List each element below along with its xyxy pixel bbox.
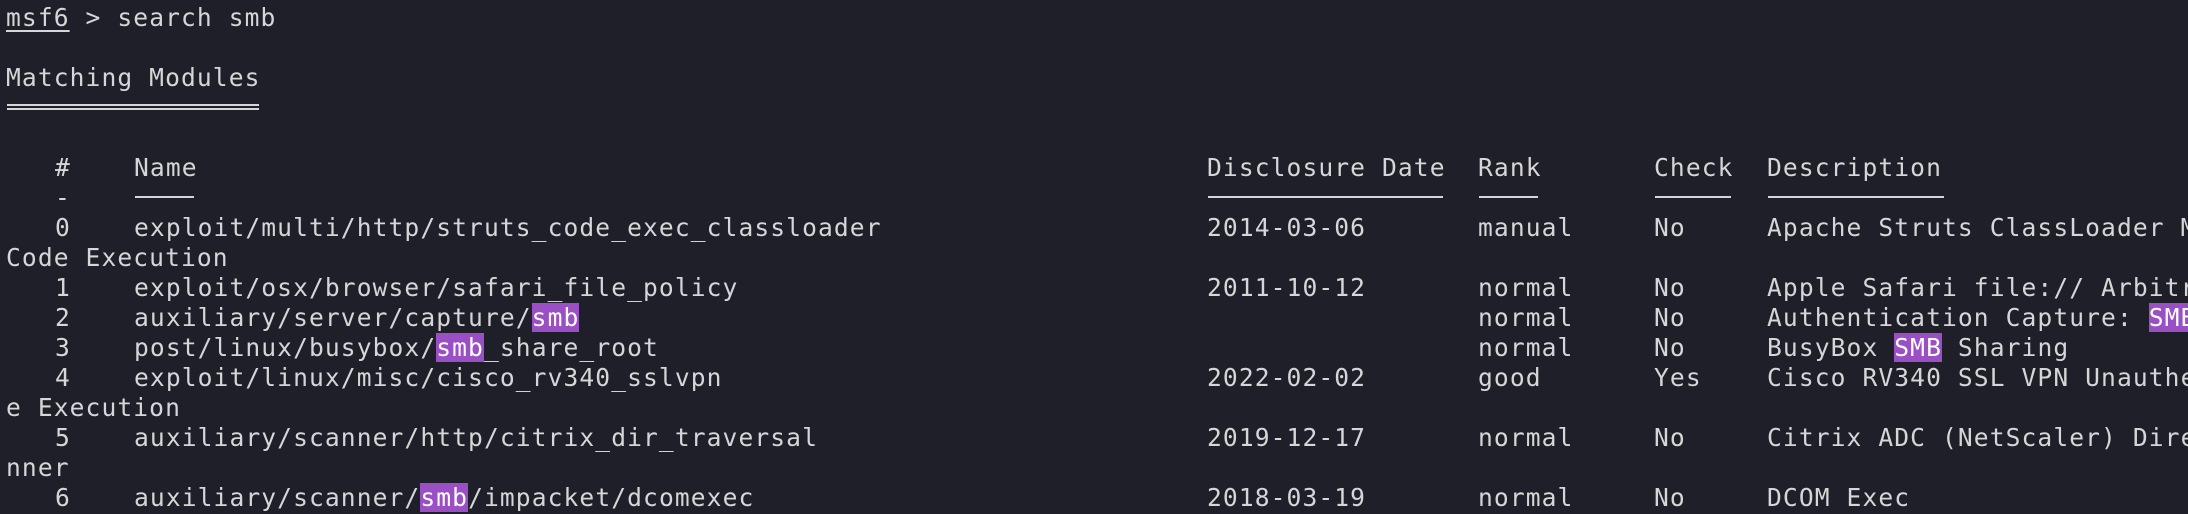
row-3-num: 3	[55, 333, 71, 362]
prompt-symbol: >	[69, 3, 118, 32]
header-date-underline	[1208, 196, 1443, 198]
row-0-check: No	[1654, 213, 1686, 242]
row-6-description: DCOM Exec	[1767, 483, 1911, 512]
row-4-check: Yes	[1654, 363, 1702, 392]
row-1-num: 1	[55, 273, 71, 302]
row-4-date: 2022-02-02	[1207, 363, 1367, 392]
row-6-rank: normal	[1478, 483, 1574, 512]
row-5-rank: normal	[1478, 423, 1574, 452]
row-3-name[interactable]: post/linux/busybox/smb_share_root	[134, 333, 659, 363]
row-3-check: No	[1654, 333, 1686, 362]
row-5-name[interactable]: auxiliary/scanner/http/citrix_dir_traver…	[134, 423, 818, 453]
row-5-date: 2019-12-17	[1207, 423, 1367, 452]
row-2-check: No	[1654, 303, 1686, 332]
row-2-name[interactable]: auxiliary/server/capture/smb	[134, 303, 580, 333]
row-1-description: Apple Safari file:// Arbitr	[1767, 273, 2188, 302]
header-disclosure-date: Disclosure Date	[1207, 153, 1446, 182]
row-0-date: 2014-03-06	[1207, 213, 1367, 242]
row-1-date: 2011-10-12	[1207, 273, 1367, 302]
row-4-name[interactable]: exploit/linux/misc/cisco_rv340_sslvpn	[134, 363, 723, 393]
row-1-check: No	[1654, 273, 1686, 302]
command-prompt-line: msf6 > search smb	[6, 3, 276, 33]
header-description-underline	[1768, 196, 1944, 198]
row-2-num: 2	[55, 303, 71, 332]
row-2-description: Authentication Capture: SMB	[1767, 303, 2188, 333]
row-3-rank: normal	[1478, 333, 1574, 362]
row-5-num: 5	[55, 423, 71, 452]
row-4-rank: good	[1478, 363, 1542, 392]
row-4-num: 4	[55, 363, 71, 392]
row-5-description: Citrix ADC (NetScaler) Dire	[1767, 423, 2188, 452]
row-6-name[interactable]: auxiliary/scanner/smb/impacket/dcomexec	[134, 483, 754, 513]
search-match-highlight: smb	[420, 483, 469, 512]
row-2-rank: normal	[1478, 303, 1574, 332]
search-match-highlight: smb	[531, 303, 580, 332]
row-0-name[interactable]: exploit/multi/http/struts_code_exec_clas…	[134, 213, 882, 243]
search-match-highlight: SMB	[2148, 303, 2188, 332]
row-0-num: 0	[55, 213, 71, 242]
prompt-user: msf6	[6, 3, 70, 32]
row-6-date: 2018-03-19	[1207, 483, 1367, 512]
header-num: #	[55, 153, 71, 182]
header-rank: Rank	[1478, 153, 1542, 182]
section-title-underline	[7, 104, 259, 110]
row-0-description: Apache Struts ClassLoader M	[1767, 213, 2188, 242]
section-title: Matching Modules	[6, 63, 261, 92]
header-rank-underline	[1479, 196, 1538, 198]
header-check: Check	[1654, 153, 1734, 182]
header-num-underline: -	[55, 183, 71, 212]
row-1-name[interactable]: exploit/osx/browser/safari_file_policy	[134, 273, 738, 303]
row-6-check: No	[1654, 483, 1686, 512]
header-check-underline	[1655, 196, 1731, 198]
row-0-rank: manual	[1478, 213, 1574, 242]
header-name-underline	[135, 196, 194, 198]
row-4-description: Cisco RV340 SSL VPN Unauthe	[1767, 363, 2188, 392]
search-match-highlight: SMB	[1894, 333, 1942, 362]
row-0-description-wrap: Code Execution	[6, 243, 229, 272]
header-description: Description	[1767, 153, 1942, 182]
header-name: Name	[134, 153, 198, 182]
command-text: search smb	[117, 3, 277, 32]
terminal-window[interactable]: msf6 > search smb Matching Modules # Nam…	[0, 0, 2188, 514]
row-4-description-wrap: e Execution	[6, 393, 181, 422]
row-5-description-wrap: nner	[6, 453, 70, 482]
row-6-num: 6	[55, 483, 71, 512]
row-1-rank: normal	[1478, 273, 1574, 302]
row-5-check: No	[1654, 423, 1686, 452]
search-match-highlight: smb	[436, 333, 484, 362]
row-3-description: BusyBox SMB Sharing	[1767, 333, 2070, 362]
